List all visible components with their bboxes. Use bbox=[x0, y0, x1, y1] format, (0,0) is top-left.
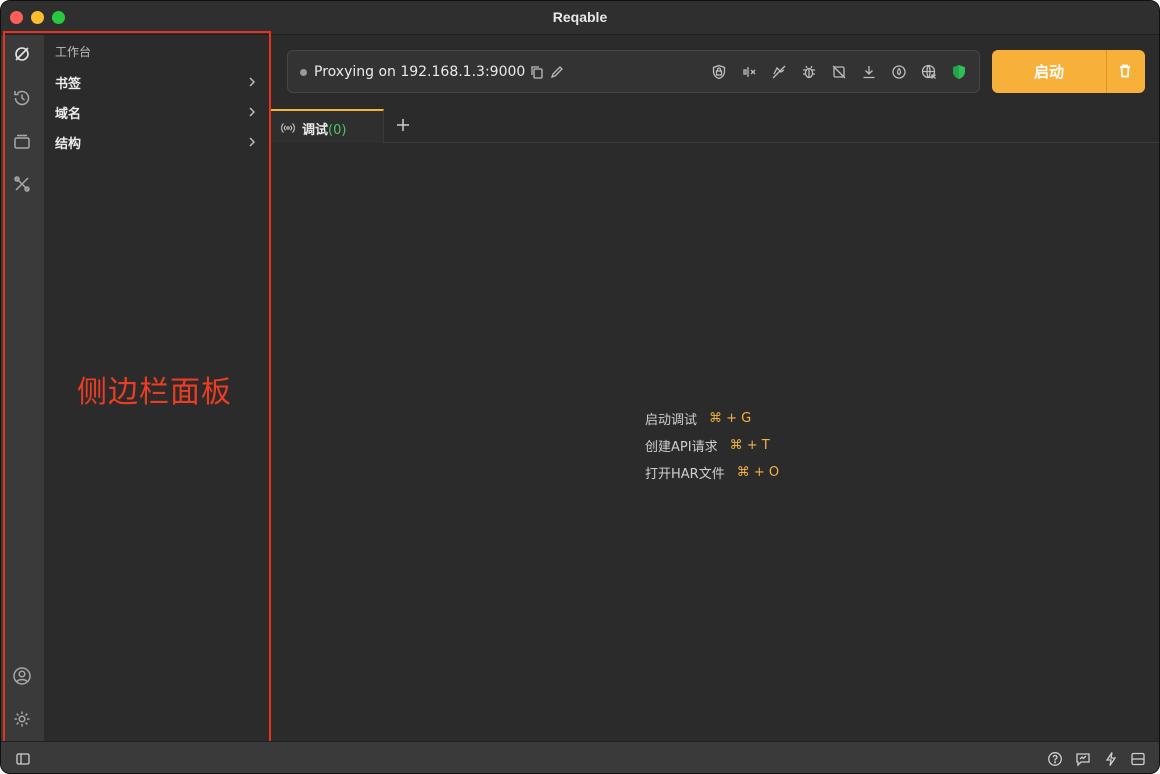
trash-icon[interactable] bbox=[1116, 62, 1134, 80]
status-bar bbox=[1, 741, 1159, 773]
feedback-icon[interactable] bbox=[1074, 750, 1092, 768]
start-button[interactable]: 启动 bbox=[992, 50, 1145, 93]
chevron-right-icon bbox=[249, 137, 256, 147]
bug-icon[interactable] bbox=[800, 63, 818, 81]
sidebar-item-bookmarks[interactable]: 书签 bbox=[44, 68, 271, 96]
shortcut-label: 创建API请求 bbox=[645, 440, 718, 455]
script-off-icon[interactable] bbox=[830, 63, 848, 81]
broadcast-icon bbox=[281, 123, 295, 133]
proxy-status-text: Proxying on 192.168.1.3:9000 bbox=[314, 64, 526, 80]
shortcut-key: ⌘ + G bbox=[709, 411, 752, 426]
download-icon[interactable] bbox=[860, 63, 878, 81]
chevron-right-icon bbox=[249, 107, 256, 117]
shortcut-open-har: 打开HAR文件 ⌘ + O bbox=[645, 459, 779, 486]
shortcut-label: 启动调试 bbox=[645, 413, 698, 428]
throttle-icon[interactable] bbox=[890, 63, 908, 81]
shortcut-start-debug: 启动调试 ⌘ + G bbox=[645, 405, 779, 432]
sidebar-item-domains[interactable]: 域名 bbox=[44, 98, 271, 126]
sidebar-item-label: 域名 bbox=[55, 106, 82, 122]
toggle-sidebar-icon[interactable] bbox=[14, 750, 32, 768]
shortcut-label: 打开HAR文件 bbox=[645, 467, 725, 482]
shortcut-key: ⌘ + T bbox=[729, 438, 770, 453]
app-window: Reqable 工作台 书签 域名 结构 侧边栏面板 Proxying on 1… bbox=[0, 0, 1160, 774]
shortcut-key: ⌘ + O bbox=[736, 465, 780, 480]
start-button-label: 启动 bbox=[1033, 63, 1064, 81]
help-icon[interactable] bbox=[1046, 750, 1064, 768]
tab-label: 调试 bbox=[302, 123, 329, 138]
tab-debug[interactable]: 调试(0) bbox=[271, 109, 384, 143]
proxy-status-bar: Proxying on 192.168.1.3:9000 bbox=[287, 50, 980, 93]
tools-icon[interactable] bbox=[11, 173, 33, 195]
shortcut-hints: 启动调试 ⌘ + G 创建API请求 ⌘ + T 打开HAR文件 ⌘ + O bbox=[645, 405, 779, 486]
proxy-status-dot bbox=[300, 69, 307, 76]
chevron-right-icon bbox=[249, 77, 256, 87]
sidebar-item-structure[interactable]: 结构 bbox=[44, 128, 271, 156]
tab-bar: 调试(0) bbox=[271, 109, 1159, 143]
sidebar-item-label: 书签 bbox=[55, 76, 82, 92]
collections-icon[interactable] bbox=[11, 130, 33, 152]
settings-gear-icon[interactable] bbox=[11, 708, 33, 730]
window-title: Reqable bbox=[552, 9, 608, 25]
account-icon[interactable] bbox=[11, 665, 33, 687]
edit-pencil-icon[interactable] bbox=[548, 63, 566, 81]
annotation-label: 侧边栏面板 bbox=[77, 375, 232, 410]
start-button-divider bbox=[1106, 50, 1107, 93]
history-icon[interactable] bbox=[11, 87, 33, 109]
title-bar: Reqable bbox=[1, 1, 1159, 35]
sidebar-item-label: 结构 bbox=[55, 136, 82, 152]
sidebar-header: 工作台 bbox=[55, 45, 92, 59]
tab-count: (0) bbox=[328, 123, 347, 138]
plus-icon bbox=[397, 119, 409, 131]
copy-icon[interactable] bbox=[528, 63, 546, 81]
shield-check-icon[interactable] bbox=[950, 63, 968, 81]
global-off-icon[interactable] bbox=[920, 63, 938, 81]
lightning-icon[interactable] bbox=[1102, 750, 1120, 768]
workbench-icon[interactable] bbox=[11, 43, 33, 65]
shortcut-create-api: 创建API请求 ⌘ + T bbox=[645, 432, 779, 459]
rewrite-off-icon[interactable] bbox=[770, 63, 788, 81]
ssl-lock-icon[interactable] bbox=[710, 63, 728, 81]
activity-bar bbox=[1, 35, 44, 741]
main-area: Proxying on 192.168.1.3:9000 启动 调试(0) 启动… bbox=[271, 35, 1159, 741]
mute-icon[interactable] bbox=[740, 63, 758, 81]
add-tab-button[interactable] bbox=[393, 115, 413, 135]
layout-toggle-icon[interactable] bbox=[1129, 750, 1147, 768]
